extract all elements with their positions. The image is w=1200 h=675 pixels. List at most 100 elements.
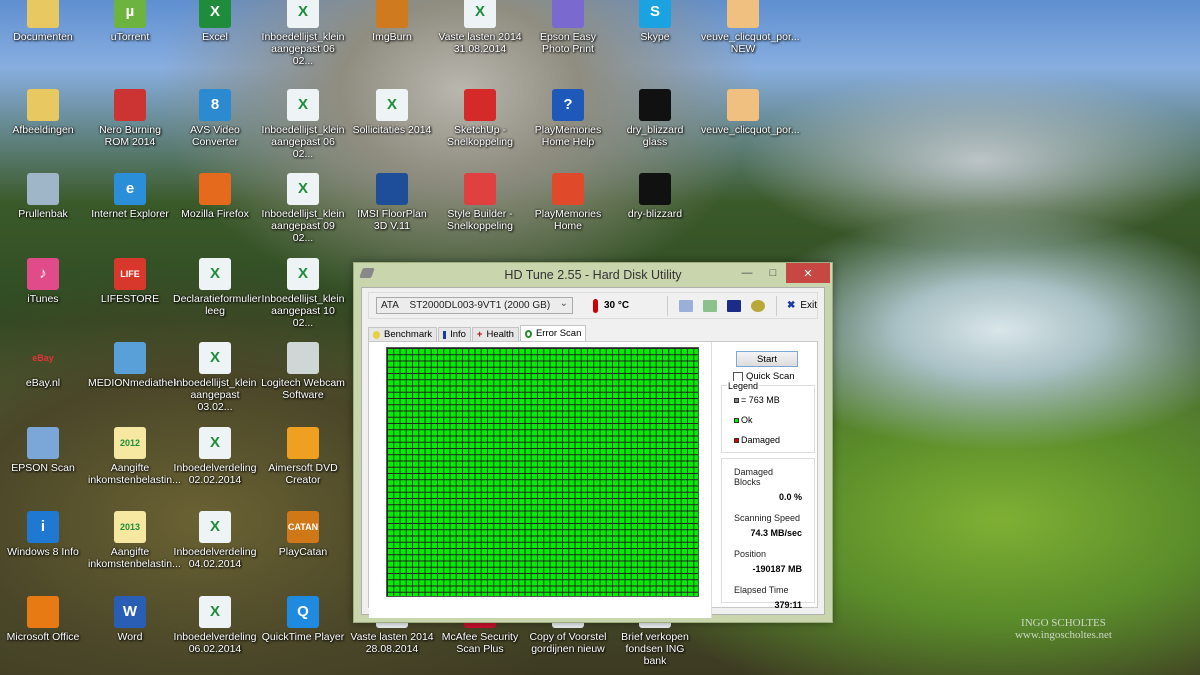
desktop-icon[interactable]: X Inboedellijst_klein aangepast 03.02... (173, 342, 257, 413)
legend: Legend = 763 MB Ok Damaged (721, 381, 815, 453)
desktop-icon-label: Sollicitaties 2014 (352, 123, 432, 136)
desktop-icon[interactable]: PlayMemories Home (526, 173, 610, 232)
desktop-icon[interactable]: dry_blizzard glass (613, 88, 697, 148)
office-icon (27, 595, 59, 628)
scanning-speed-label: Scanning Speed (734, 513, 801, 523)
desktop-icon-label: EPSON Scan (11, 461, 75, 474)
desktop-icon[interactable]: X Inboedellijst_klein aangepast 06 02... (261, 88, 345, 160)
excel-file-icon: X (199, 257, 231, 290)
info-icon (443, 330, 447, 339)
desktop-icon-label: Skype (640, 31, 670, 43)
desktop-icon-label: Documenten (13, 31, 73, 43)
excel-file-icon: X (199, 342, 231, 374)
desktop-icon[interactable]: Logitech Webcam Software (261, 342, 345, 401)
floorplan-icon (376, 173, 408, 205)
toolbar: ATA ST2000DL003-9VT1 (2000 GB) ⌄ 30 °C ✖ E… (368, 292, 818, 319)
desktop-icon[interactable]: Mozilla Firefox (173, 173, 257, 220)
desktop-icon[interactable]: eBay eBay.nl (1, 342, 85, 389)
desktop-icon[interactable]: X Vaste lasten 2014 31.08.2014 (438, 0, 522, 55)
desktop-icon[interactable]: LIFE LIFESTORE (88, 257, 172, 305)
tab-error-scan[interactable]: Error Scan (519, 325, 587, 341)
desktop-icon-label: veuve_clicquot_por... (701, 123, 800, 136)
copy-info-icon[interactable] (678, 299, 693, 312)
options-icon[interactable] (750, 299, 765, 312)
desktop-icon-label: Inboedelverdeling 06.02.2014 (173, 630, 257, 655)
scan-controls: Start Quick Scan Legend = 763 MB Ok Dama… (721, 342, 815, 610)
monitor-icon (114, 342, 146, 374)
desktop-icon[interactable]: X Inboedellijst_klein aangepast 06 02... (261, 0, 345, 67)
desktop-icon[interactable]: X Inboedellijst_klein aangepast 09 02... (261, 173, 345, 244)
desktop-icon[interactable]: IMSI FloorPlan 3D V.11 (350, 173, 434, 232)
desktop-icon[interactable]: 8 AVS Video Converter (173, 88, 257, 148)
desktop-icon[interactable]: Afbeeldingen (1, 88, 85, 136)
desktop-icon[interactable]: X Excel (173, 0, 257, 43)
desktop-icon-label: ImgBurn (372, 31, 412, 43)
excel-file-icon: X (199, 511, 231, 543)
close-button[interactable]: ✕ (786, 263, 830, 283)
desktop-icon[interactable]: veuve_clicquot_por... (701, 88, 800, 136)
desktop-icon[interactable]: Prullenbak (1, 173, 85, 220)
desktop-icon[interactable]: µ uTorrent (88, 0, 172, 43)
desktop-icon[interactable]: CATAN PlayCatan (261, 511, 345, 558)
desktop-icon[interactable]: MEDIONmediathek (88, 342, 178, 389)
desktop-icon[interactable]: X Sollicitaties 2014 (350, 88, 434, 136)
start-button[interactable]: Start (736, 351, 798, 367)
desktop-icon-label: Brief verkopen fondsen ING bank (621, 630, 689, 667)
desktop-icon[interactable]: ImgBurn (350, 0, 434, 43)
desktop-icon-label: McAfee Security Scan Plus (441, 630, 519, 655)
desktop-icon[interactable]: 2013 Aangifte inkomstenbelastin... (88, 511, 181, 570)
damaged-blocks-label: Damaged Blocks (734, 467, 774, 487)
desktop-icon[interactable]: Documenten (1, 0, 85, 43)
copy-screenshot-icon[interactable] (702, 299, 717, 312)
desktop-icon[interactable]: X Inboedelverdeling 04.02.2014 (173, 511, 257, 570)
thermometer-icon (593, 298, 598, 313)
exit-icon: ✖ (786, 300, 796, 311)
desktop-icon-label: Logitech Webcam Software (261, 377, 345, 401)
desktop-icon[interactable]: X Inboedellijst_klein aangepast 10 02... (261, 257, 345, 329)
desktop-icon[interactable]: ♪ iTunes (1, 257, 85, 305)
tab-info[interactable]: Info (438, 327, 471, 341)
desktop-icon[interactable]: e Internet Explorer (88, 173, 172, 220)
checkbox[interactable] (733, 371, 743, 382)
desktop-icon[interactable]: Epson Easy Photo Print (526, 0, 610, 55)
desktop-icon[interactable]: W Word (88, 595, 172, 643)
tab-benchmark[interactable]: Benchmark (368, 327, 438, 341)
desktop-icon-label: Mozilla Firefox (181, 208, 249, 220)
tab-health[interactable]: + Health (471, 327, 519, 341)
desktop-icon-label: Aangifte inkomstenbelastin... (88, 546, 181, 570)
desktop-icon[interactable]: i Windows 8 Info (1, 511, 85, 558)
save-icon[interactable] (726, 299, 741, 312)
desktop-icon-label: Inboedellijst_klein aangepast 03.02... (173, 377, 257, 413)
excel-file-icon: X (287, 257, 319, 290)
desktop-icon[interactable]: EPSON Scan (1, 426, 85, 474)
desktop-icon[interactable]: Nero Burning ROM 2014 (88, 88, 172, 148)
tab-label: Health (486, 329, 514, 340)
desktop-icon[interactable]: dry-blizzard (613, 173, 697, 220)
desktop-icon[interactable]: X Inboedelverdeling 02.02.2014 (173, 426, 257, 486)
legend-damaged-label: Damaged (741, 435, 781, 445)
exit-button[interactable]: ✖ Exit (787, 300, 817, 311)
excel-file-icon: X (376, 88, 408, 121)
sketchup-icon (464, 88, 496, 121)
desktop-icon[interactable]: S Skype (613, 0, 697, 43)
desktop-icon[interactable]: 2012 Aangifte inkomstenbelastin... (88, 426, 181, 486)
scan-block-grid (386, 347, 699, 597)
excel-file-icon: X (287, 88, 319, 121)
desktop-icon-label: veuve_clicquot_por... NEW (701, 31, 800, 55)
desktop-icon[interactable]: Style Builder - Snelkoppeling (438, 173, 522, 232)
title-bar[interactable]: HD Tune 2.55 - Hard Disk Utility — □ ✕ (354, 263, 832, 286)
avs-icon: 8 (199, 88, 231, 121)
desktop-icon[interactable]: Aimersoft DVD Creator (261, 426, 345, 486)
desktop-icon[interactable]: X Declaratieformulier leeg (173, 257, 261, 317)
desktop-icon[interactable]: veuve_clicquot_por... NEW (701, 0, 800, 55)
minimize-button[interactable]: — (734, 263, 760, 283)
desktop-icon[interactable]: Q QuickTime Player (261, 595, 345, 643)
image-icon (639, 173, 671, 205)
desktop-icon[interactable]: SketchUp - Snelkoppeling (438, 88, 522, 148)
maximize-button[interactable]: □ (760, 263, 786, 283)
desktop-icon[interactable]: X Inboedelverdeling 06.02.2014 (173, 595, 257, 655)
desktop-icon[interactable]: ? PlayMemories Home Help (526, 88, 610, 148)
desktop-icon[interactable]: Microsoft Office (1, 595, 85, 643)
webcam-icon (287, 342, 319, 374)
drive-select[interactable]: ATA ST2000DL003-9VT1 (2000 GB) ⌄ (376, 297, 573, 314)
